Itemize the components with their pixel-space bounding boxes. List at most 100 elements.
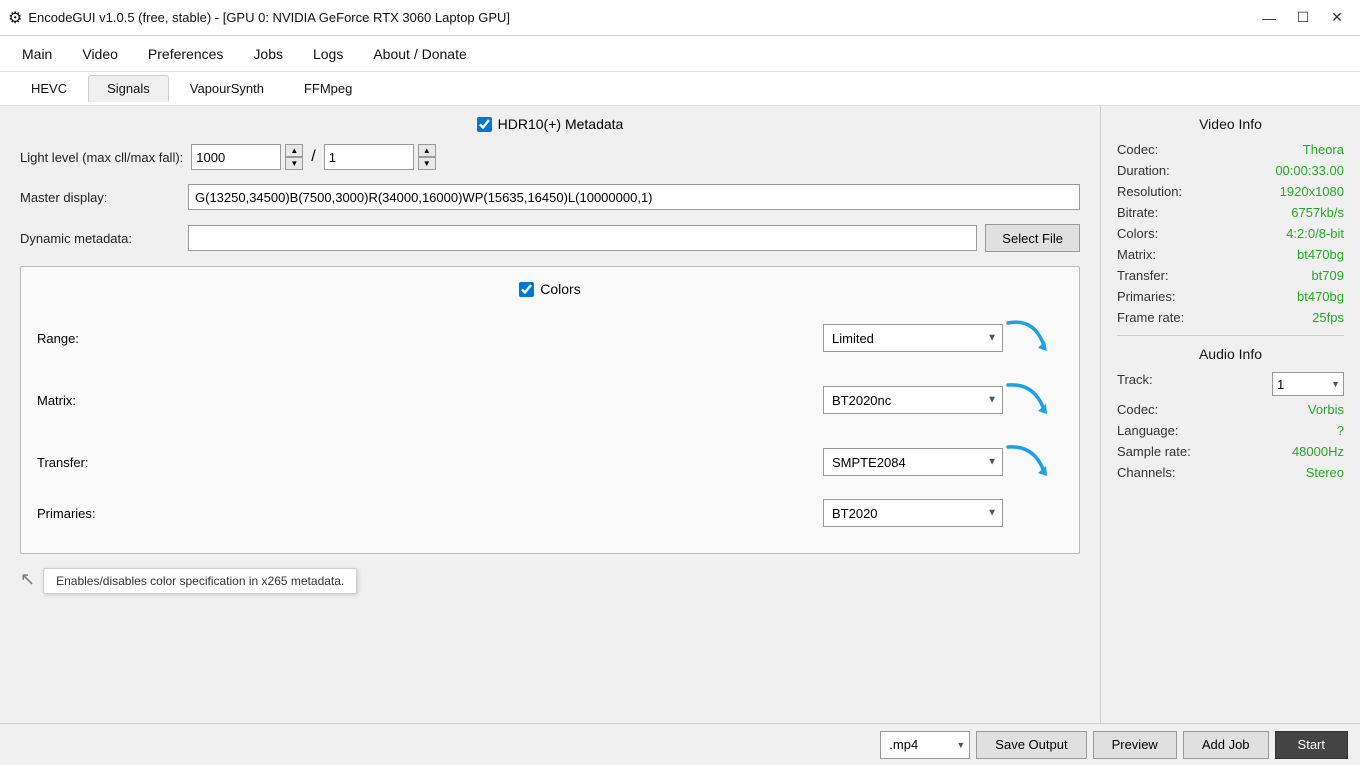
spin-up-1[interactable]: ▲ xyxy=(285,144,303,157)
close-button[interactable]: ✕ xyxy=(1322,6,1352,30)
info-colors-val: 4:2:0/8-bit xyxy=(1286,226,1344,241)
audio-language-key: Language: xyxy=(1117,423,1178,438)
menu-item-jobs[interactable]: Jobs xyxy=(239,40,297,68)
primaries-row: Primaries: BT2020 bt709 bt470bg ▼ xyxy=(37,499,1063,527)
primaries-select[interactable]: BT2020 bt709 bt470bg xyxy=(823,499,1003,527)
range-select-wrap: Limited Full ▼ xyxy=(823,324,1003,352)
light-level-row: Light level (max cll/max fall): 1000 ▲ ▼… xyxy=(20,144,1080,170)
menu-item-main[interactable]: Main xyxy=(8,40,66,68)
info-duration-key: Duration: xyxy=(1117,163,1170,178)
menu-item-preferences[interactable]: Preferences xyxy=(134,40,237,68)
audio-channels-key: Channels: xyxy=(1117,465,1176,480)
audio-codec-key: Codec: xyxy=(1117,402,1158,417)
info-divider xyxy=(1117,335,1344,336)
bottom-bar: .mp4 .mkv .avi ▼ Save Output Preview Add… xyxy=(0,723,1360,765)
info-primaries-val: bt470bg xyxy=(1297,289,1344,304)
matrix-select[interactable]: BT2020nc bt709 bt470bg xyxy=(823,386,1003,414)
info-framerate-key: Frame rate: xyxy=(1117,310,1184,325)
light-level-spinbox-wrap: 1000 ▲ ▼ / 1 ▲ ▼ xyxy=(191,144,435,170)
spin-up-2[interactable]: ▲ xyxy=(418,144,436,157)
minimize-button[interactable]: — xyxy=(1254,6,1284,30)
info-bitrate-val: 6757kb/s xyxy=(1291,205,1344,220)
cursor-icon: ↖ xyxy=(20,569,35,590)
spin-down-1[interactable]: ▼ xyxy=(285,157,303,170)
info-transfer-key: Transfer: xyxy=(1117,268,1169,283)
add-job-button[interactable]: Add Job xyxy=(1183,731,1269,759)
range-row: Range: Limited Full ▼ xyxy=(37,313,1063,363)
spin-down-2[interactable]: ▼ xyxy=(418,157,436,170)
audio-channels-val: Stereo xyxy=(1306,465,1344,480)
info-matrix-val: bt470bg xyxy=(1297,247,1344,262)
dynamic-metadata-row: Dynamic metadata: Select File xyxy=(20,224,1080,252)
hdr10-checkbox[interactable] xyxy=(477,117,492,132)
select-file-button[interactable]: Select File xyxy=(985,224,1080,252)
light-level-value1-input[interactable]: 1000 xyxy=(191,144,281,170)
info-resolution-val: 1920x1080 xyxy=(1280,184,1344,199)
audio-samplerate-val: 48000Hz xyxy=(1292,444,1344,459)
info-framerate-val: 25fps xyxy=(1312,310,1344,325)
master-display-input[interactable]: G(13250,34500)B(7500,3000)R(34000,16000)… xyxy=(188,184,1080,210)
info-panel: Video Info Codec: Theora Duration: 00:00… xyxy=(1100,106,1360,723)
colors-section-header: Colors xyxy=(37,281,1063,297)
info-primaries-row: Primaries: bt470bg xyxy=(1117,289,1344,304)
video-info-title: Video Info xyxy=(1117,116,1344,132)
info-codec-val: Theora xyxy=(1303,142,1344,157)
save-output-button[interactable]: Save Output xyxy=(976,731,1086,759)
info-duration-row: Duration: 00:00:33.00 xyxy=(1117,163,1344,178)
audio-language-row: Language: ? xyxy=(1117,423,1344,438)
transfer-row: Transfer: SMPTE2084 bt709 bt470bg ▼ xyxy=(37,437,1063,487)
light-level-value2-input[interactable]: 1 xyxy=(324,144,414,170)
hdr10-label-text: HDR10(+) Metadata xyxy=(498,116,624,132)
format-select-wrap: .mp4 .mkv .avi ▼ xyxy=(880,731,970,759)
arrow-annotation-1 xyxy=(1003,313,1063,363)
colors-section: Colors Range: Limited Full ▼ xyxy=(20,266,1080,554)
transfer-select-wrap: SMPTE2084 bt709 bt470bg ▼ xyxy=(823,448,1003,476)
app-icon: ⚙ xyxy=(8,8,22,28)
dynamic-metadata-input[interactable] xyxy=(188,225,977,251)
tab-vapoursynth[interactable]: VapourSynth xyxy=(171,75,283,102)
content-panel: HDR10(+) Metadata Light level (max cll/m… xyxy=(0,106,1100,723)
title-bar: ⚙ EncodeGUI v1.0.5 (free, stable) - [GPU… xyxy=(0,0,1360,36)
matrix-select-wrap: BT2020nc bt709 bt470bg ▼ xyxy=(823,386,1003,414)
sub-tab-bar: HEVC Signals VapourSynth FFMpeg xyxy=(0,72,1360,106)
track-select-wrap: 1 2 ▼ xyxy=(1272,372,1344,396)
primaries-select-wrap: BT2020 bt709 bt470bg ▼ xyxy=(823,499,1003,527)
menu-item-video[interactable]: Video xyxy=(68,40,132,68)
info-colors-row: Colors: 4:2:0/8-bit xyxy=(1117,226,1344,241)
colors-checkbox[interactable] xyxy=(519,282,534,297)
audio-channels-row: Channels: Stereo xyxy=(1117,465,1344,480)
main-area: HDR10(+) Metadata Light level (max cll/m… xyxy=(0,106,1360,723)
primaries-label: Primaries: xyxy=(37,506,237,521)
audio-track-key: Track: xyxy=(1117,372,1153,396)
tooltip-area: ↖ Enables/disables color specification i… xyxy=(20,564,1080,594)
info-codec-row: Codec: Theora xyxy=(1117,142,1344,157)
title-bar-controls: — ☐ ✕ xyxy=(1254,6,1352,30)
range-label: Range: xyxy=(37,331,237,346)
info-codec-key: Codec: xyxy=(1117,142,1158,157)
audio-samplerate-key: Sample rate: xyxy=(1117,444,1191,459)
audio-codec-row: Codec: Vorbis xyxy=(1117,402,1344,417)
menu-item-about-donate[interactable]: About / Donate xyxy=(359,40,480,68)
preview-button[interactable]: Preview xyxy=(1093,731,1177,759)
track-select[interactable]: 1 2 xyxy=(1272,372,1344,396)
audio-info-title: Audio Info xyxy=(1117,346,1344,362)
tab-signals[interactable]: Signals xyxy=(88,75,169,102)
light-level-label: Light level (max cll/max fall): xyxy=(20,150,183,165)
transfer-select[interactable]: SMPTE2084 bt709 bt470bg xyxy=(823,448,1003,476)
format-select[interactable]: .mp4 .mkv .avi xyxy=(880,731,970,759)
spin-btns-1: ▲ ▼ xyxy=(285,144,303,170)
tooltip-text: Enables/disables color specification in … xyxy=(43,568,357,594)
transfer-label: Transfer: xyxy=(37,455,237,470)
menu-item-logs[interactable]: Logs xyxy=(299,40,357,68)
maximize-button[interactable]: ☐ xyxy=(1288,6,1318,30)
matrix-row: Matrix: BT2020nc bt709 bt470bg ▼ xyxy=(37,375,1063,425)
menu-bar: Main Video Preferences Jobs Logs About /… xyxy=(0,36,1360,72)
tab-hevc[interactable]: HEVC xyxy=(12,75,86,102)
slash-divider: / xyxy=(311,148,315,166)
range-select[interactable]: Limited Full xyxy=(823,324,1003,352)
master-display-row: Master display: G(13250,34500)B(7500,300… xyxy=(20,184,1080,210)
colors-checkbox-label[interactable]: Colors xyxy=(519,281,580,297)
hdr10-checkbox-label[interactable]: HDR10(+) Metadata xyxy=(477,116,624,132)
tab-ffmpeg[interactable]: FFMpeg xyxy=(285,75,371,102)
start-button[interactable]: Start xyxy=(1275,731,1348,759)
